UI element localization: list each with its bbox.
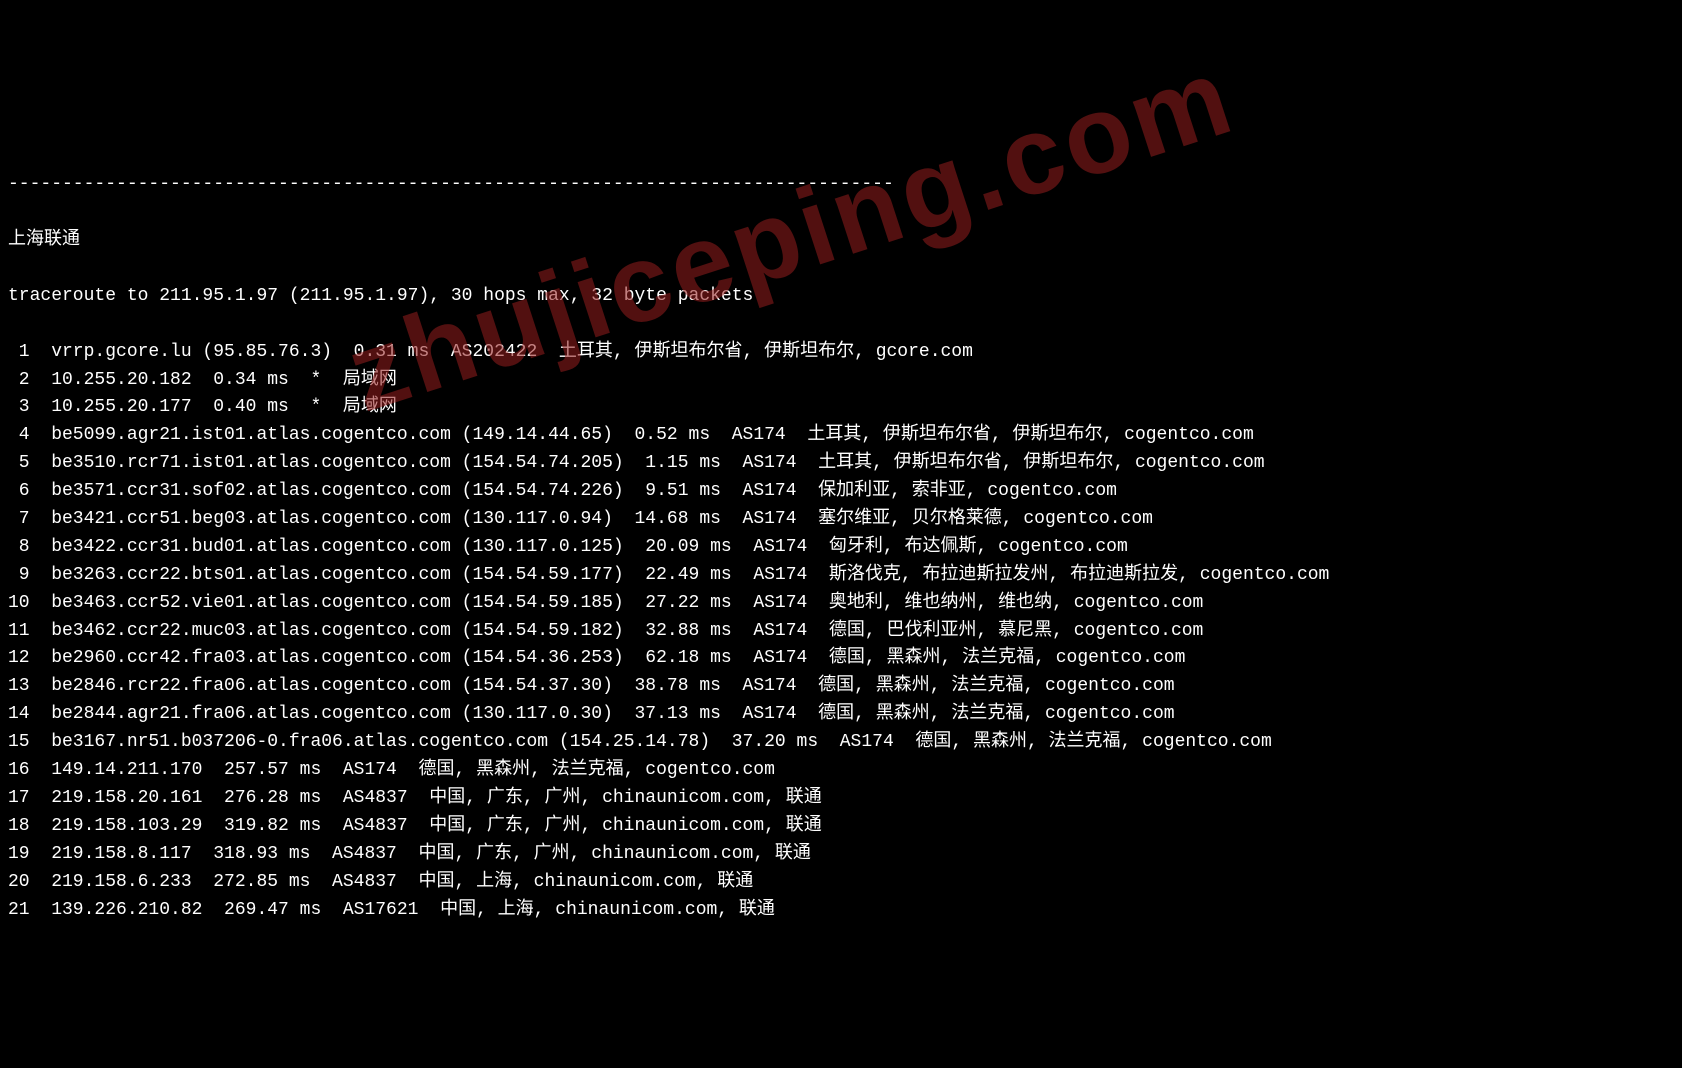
separator-line: ----------------------------------------…	[8, 171, 1674, 199]
traceroute-hop-row: 5 be3510.rcr71.ist01.atlas.cogentco.com …	[8, 450, 1674, 478]
traceroute-hop-row: 8 be3422.ccr31.bud01.atlas.cogentco.com …	[8, 534, 1674, 562]
traceroute-hop-row: 19 219.158.8.117 318.93 ms AS4837 中国, 广东…	[8, 841, 1674, 869]
traceroute-hop-row: 1 vrrp.gcore.lu (95.85.76.3) 0.31 ms AS2…	[8, 339, 1674, 367]
traceroute-hops: 1 vrrp.gcore.lu (95.85.76.3) 0.31 ms AS2…	[8, 339, 1674, 925]
traceroute-header: traceroute to 211.95.1.97 (211.95.1.97),…	[8, 283, 1674, 311]
traceroute-hop-row: 6 be3571.ccr31.sof02.atlas.cogentco.com …	[8, 478, 1674, 506]
traceroute-hop-row: 9 be3263.ccr22.bts01.atlas.cogentco.com …	[8, 562, 1674, 590]
traceroute-hop-row: 2 10.255.20.182 0.34 ms * 局域网	[8, 367, 1674, 395]
traceroute-hop-row: 20 219.158.6.233 272.85 ms AS4837 中国, 上海…	[8, 869, 1674, 897]
traceroute-hop-row: 10 be3463.ccr52.vie01.atlas.cogentco.com…	[8, 590, 1674, 618]
traceroute-hop-row: 17 219.158.20.161 276.28 ms AS4837 中国, 广…	[8, 785, 1674, 813]
traceroute-hop-row: 4 be5099.agr21.ist01.atlas.cogentco.com …	[8, 422, 1674, 450]
traceroute-hop-row: 7 be3421.ccr51.beg03.atlas.cogentco.com …	[8, 506, 1674, 534]
route-title: 上海联通	[8, 227, 1674, 255]
traceroute-hop-row: 11 be3462.ccr22.muc03.atlas.cogentco.com…	[8, 618, 1674, 646]
traceroute-hop-row: 15 be3167.nr51.b037206-0.fra06.atlas.cog…	[8, 729, 1674, 757]
traceroute-hop-row: 14 be2844.agr21.fra06.atlas.cogentco.com…	[8, 701, 1674, 729]
traceroute-hop-row: 21 139.226.210.82 269.47 ms AS17621 中国, …	[8, 897, 1674, 925]
traceroute-hop-row: 18 219.158.103.29 319.82 ms AS4837 中国, 广…	[8, 813, 1674, 841]
traceroute-hop-row: 12 be2960.ccr42.fra03.atlas.cogentco.com…	[8, 645, 1674, 673]
traceroute-hop-row: 13 be2846.rcr22.fra06.atlas.cogentco.com…	[8, 673, 1674, 701]
traceroute-hop-row: 3 10.255.20.177 0.40 ms * 局域网	[8, 394, 1674, 422]
traceroute-hop-row: 16 149.14.211.170 257.57 ms AS174 德国, 黑森…	[8, 757, 1674, 785]
